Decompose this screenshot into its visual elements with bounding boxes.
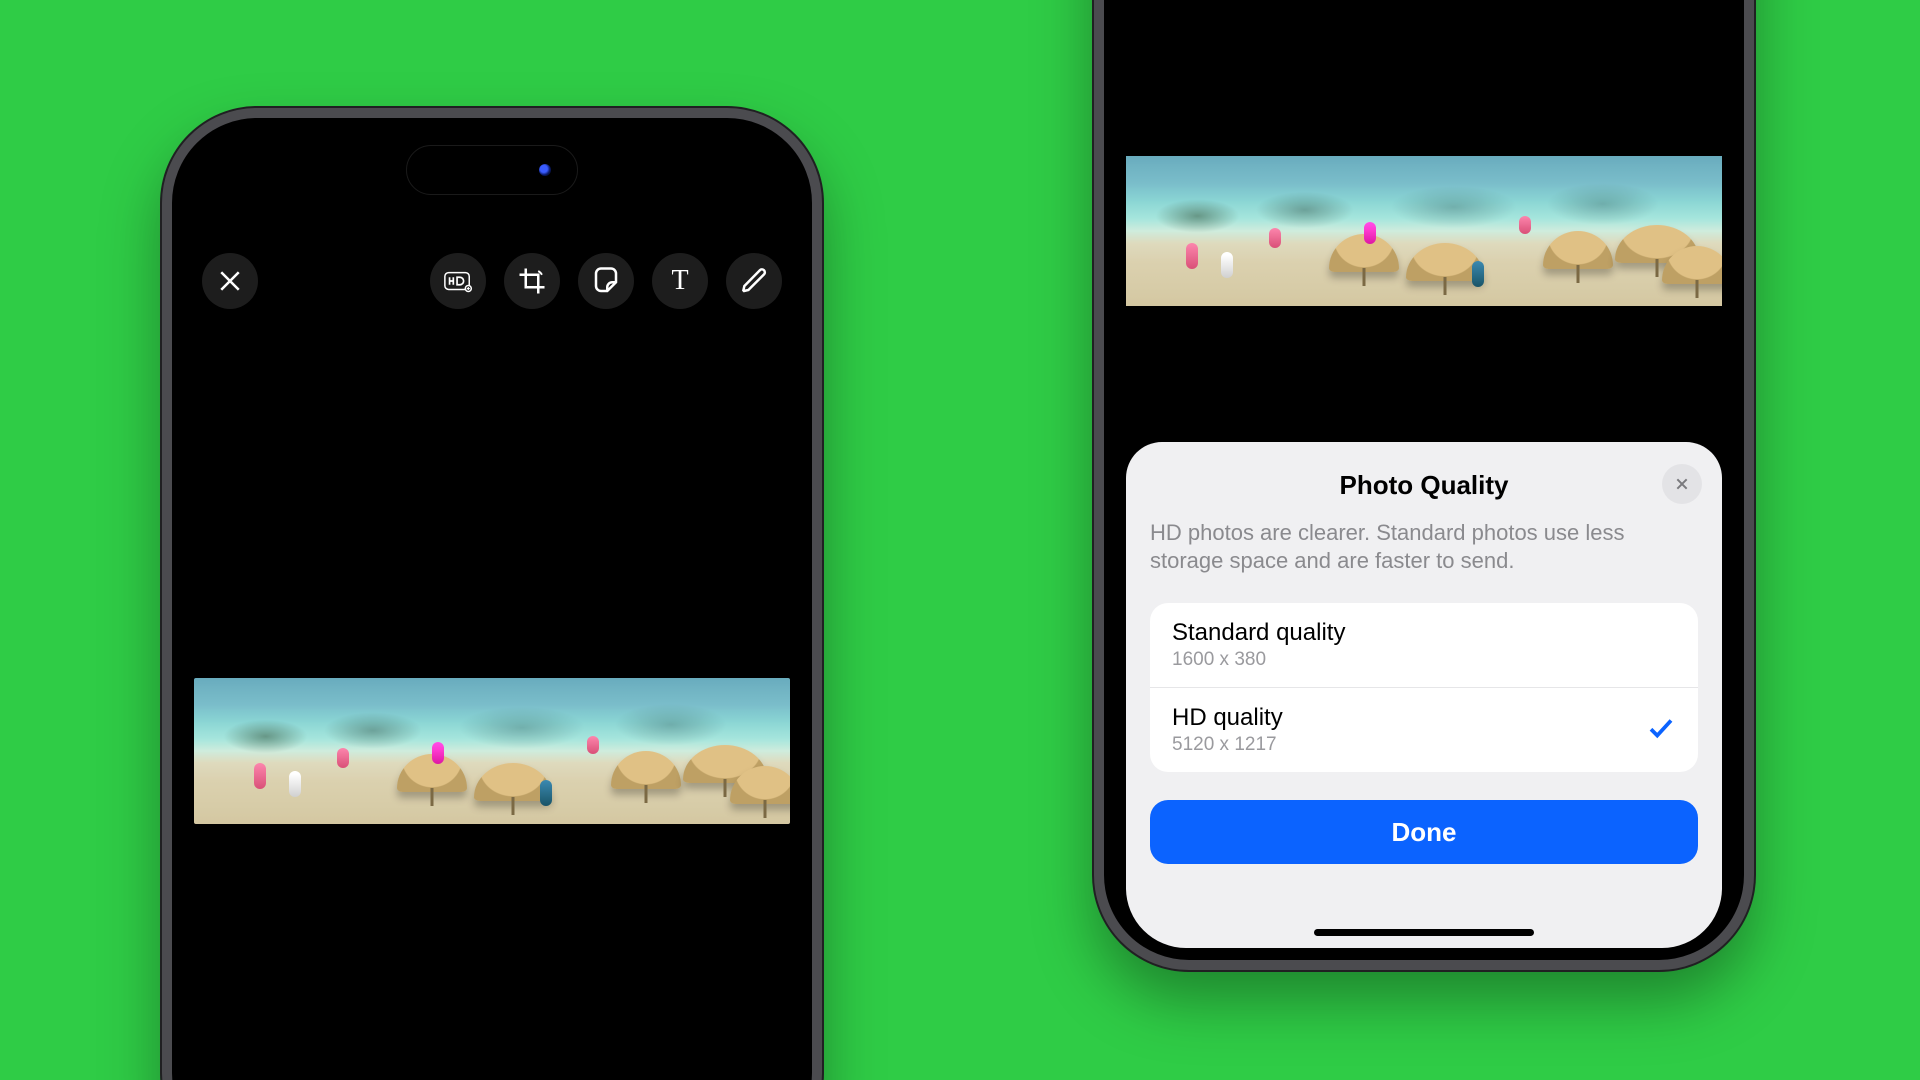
quality-option-list: Standard quality 1600 x 380 HD quality 5… xyxy=(1150,603,1698,772)
sheet-description: HD photos are clearer. Standard photos u… xyxy=(1150,519,1698,575)
home-indicator[interactable] xyxy=(1314,929,1534,936)
close-icon xyxy=(215,266,245,296)
hd-quality-button[interactable] xyxy=(430,253,486,309)
sticker-button[interactable] xyxy=(578,253,634,309)
tool-group: T xyxy=(430,253,782,309)
option-resolution: 1600 x 380 xyxy=(1172,649,1345,671)
photo-preview[interactable] xyxy=(194,678,790,824)
option-label: HD quality xyxy=(1172,704,1283,732)
selected-checkmark-icon xyxy=(1646,713,1676,748)
option-standard-quality[interactable]: Standard quality 1600 x 380 xyxy=(1150,603,1698,687)
done-button[interactable]: Done xyxy=(1150,800,1698,864)
phone-editor: T xyxy=(162,108,822,1080)
sheet-close-button[interactable] xyxy=(1662,464,1702,504)
close-button[interactable] xyxy=(202,253,258,309)
option-label: Standard quality xyxy=(1172,619,1345,647)
draw-button[interactable] xyxy=(726,253,782,309)
volume-up-button xyxy=(162,398,164,488)
text-button[interactable]: T xyxy=(652,253,708,309)
editor-toolbar: T xyxy=(202,253,782,309)
mute-switch xyxy=(162,328,164,374)
option-resolution: 5120 x 1217 xyxy=(1172,734,1283,756)
phone-quality-sheet: Photo Quality HD photos are clearer. Sta… xyxy=(1094,0,1754,970)
beach-panorama-image xyxy=(1126,156,1722,306)
hd-icon xyxy=(443,266,473,296)
beach-panorama-image xyxy=(194,678,790,824)
crop-rotate-icon xyxy=(517,266,547,296)
volume-down-button xyxy=(162,508,164,598)
dynamic-island xyxy=(407,146,577,194)
photo-quality-sheet: Photo Quality HD photos are clearer. Sta… xyxy=(1126,442,1722,948)
close-icon xyxy=(1674,476,1690,492)
sticker-icon xyxy=(591,266,621,296)
sheet-title: Photo Quality xyxy=(1150,470,1698,501)
option-hd-quality[interactable]: HD quality 5120 x 1217 xyxy=(1150,687,1698,772)
crop-rotate-button[interactable] xyxy=(504,253,560,309)
photo-preview xyxy=(1126,156,1722,306)
pencil-icon xyxy=(739,266,769,296)
text-icon: T xyxy=(671,265,688,297)
